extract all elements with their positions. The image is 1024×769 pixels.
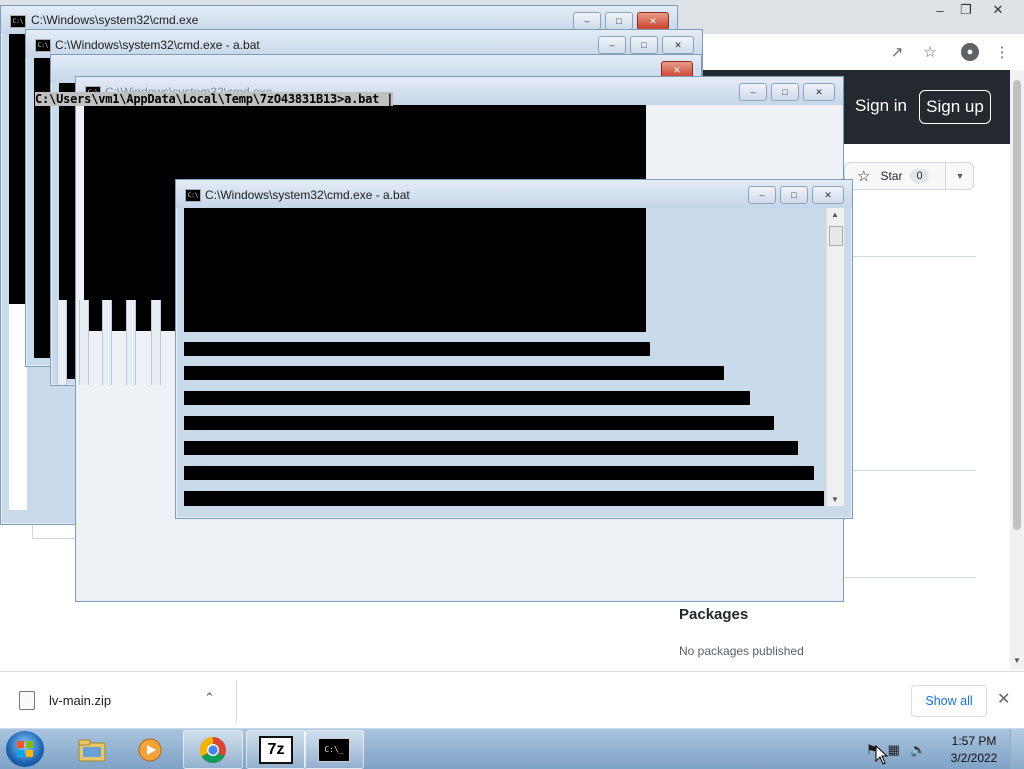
volume-icon[interactable]: 🔈 [910,742,926,758]
console-strip [184,342,650,356]
window-frame-fragment [151,300,161,385]
divider [844,256,976,257]
start-button[interactable] [6,731,44,767]
maximize-button[interactable]: □ [605,12,633,30]
divider [236,680,237,722]
browser-restore-button[interactable]: ❐ [952,0,980,20]
star-label: Star [880,169,903,183]
packages-text: No packages published [679,644,804,658]
taskbar-chrome[interactable] [183,730,243,769]
cmd-icon: C:\ [185,189,201,202]
taskbar-cmd[interactable]: C:\_ [304,730,364,769]
close-button[interactable]: ✕ [637,12,669,30]
signup-button[interactable]: Sign up [919,90,991,124]
maximize-button[interactable]: □ [630,36,658,54]
show-all-button[interactable]: Show all [911,685,987,717]
taskbar: 7z C:\_ ⚑ ▦ 🔈 1:57 PM 3/2/2022 [0,728,1024,769]
download-bar: lv-main.zip ⌃ Show all ✕ [0,671,1024,729]
chrome-menu-icon[interactable]: ⋮ [992,42,1012,62]
star-button[interactable]: ☆ Star 0 ▼ [844,162,974,190]
cmd-icon: C:\_ [318,737,350,762]
minimize-button[interactable]: – [573,12,601,30]
console-strip [184,416,774,430]
close-button[interactable]: ✕ [803,83,835,101]
divider [844,577,976,578]
cmd-window-active[interactable]: C:\ C:\Windows\system32\cmd.exe - a.bat … [175,179,853,519]
scroll-down-icon[interactable]: ▼ [831,495,839,504]
title-bar[interactable]: C:\ C:\Windows\system32\cmd.exe - a.bat … [176,180,852,208]
browser-minimize-button[interactable]: – [926,0,954,20]
cmd-icon: C:\ [10,15,26,28]
close-button[interactable]: ✕ [812,186,844,204]
taskbar-media-player[interactable] [120,730,180,769]
clock-date[interactable]: 3/2/2022 [944,751,1004,765]
window-title: C:\Windows\system32\cmd.exe - a.bat [205,188,410,202]
console-strip [184,491,824,506]
divider [844,470,976,471]
vertical-scrollbar[interactable]: ▲▼ [826,208,844,506]
window-frame-fragment [126,300,136,385]
network-icon[interactable]: ▦ [888,742,900,758]
chrome-icon [199,736,226,763]
chevron-down-icon[interactable]: ▼ [945,163,974,189]
bookmark-star-icon[interactable]: ☆ [920,42,940,62]
minimize-button[interactable]: – [739,83,767,101]
browser-close-button[interactable]: ✕ [984,0,1012,20]
zip-file-icon [19,691,35,710]
window-title: C:\Windows\system32\cmd.exe [31,13,199,27]
maximize-button[interactable]: □ [780,186,808,204]
close-icon[interactable]: ✕ [997,689,1010,709]
packages-heading: Packages [679,606,749,623]
maximize-button[interactable]: □ [771,83,799,101]
show-all-label: Show all [925,694,973,708]
console-strip [184,466,814,480]
scroll-up-icon[interactable]: ▲ [831,210,839,219]
taskbar-explorer[interactable] [62,730,122,769]
signup-label: Sign up [926,97,984,116]
chevron-up-icon[interactable]: ⌃ [204,690,215,706]
folder-icon [78,739,106,761]
window-title: C:\Windows\system32\cmd.exe - a.bat [55,38,260,52]
clock-time[interactable]: 1:57 PM [944,734,1004,748]
window-frame-fragment [102,300,112,385]
media-player-icon [138,738,162,761]
windows-logo-icon [17,741,33,757]
7zip-icon: 7z [259,735,293,764]
profile-icon[interactable]: ● [960,42,980,62]
command-prompt-line: C:\Users\vm1\AppData\Local\Temp\7zO43831… [35,92,394,106]
close-button[interactable]: ✕ [662,36,694,54]
taskbar-7zip[interactable]: 7z [246,730,306,769]
console-strip [184,391,750,405]
star-icon: ☆ [857,168,871,185]
console-area[interactable] [184,208,646,332]
window-frame-fragment [57,300,67,385]
download-item[interactable]: lv-main.zip [49,693,111,708]
mouse-cursor-icon [875,745,889,765]
scroll-down-icon[interactable]: ▼ [1010,656,1024,668]
signin-link[interactable]: Sign in [855,96,907,116]
share-icon[interactable]: ↗ [887,42,907,62]
show-desktop-button[interactable] [1010,729,1024,769]
minimize-button[interactable]: – [748,186,776,204]
page-scrollbar[interactable] [1010,70,1024,670]
star-count: 0 [910,169,929,183]
minimize-button[interactable]: – [598,36,626,54]
console-strip [184,441,798,455]
window-frame-fragment [79,300,89,385]
cmd-icon: C:\ [35,39,51,52]
scroll-thumb[interactable] [829,226,843,246]
console-strip [184,366,724,380]
scrollbar-thumb[interactable] [1013,80,1021,530]
